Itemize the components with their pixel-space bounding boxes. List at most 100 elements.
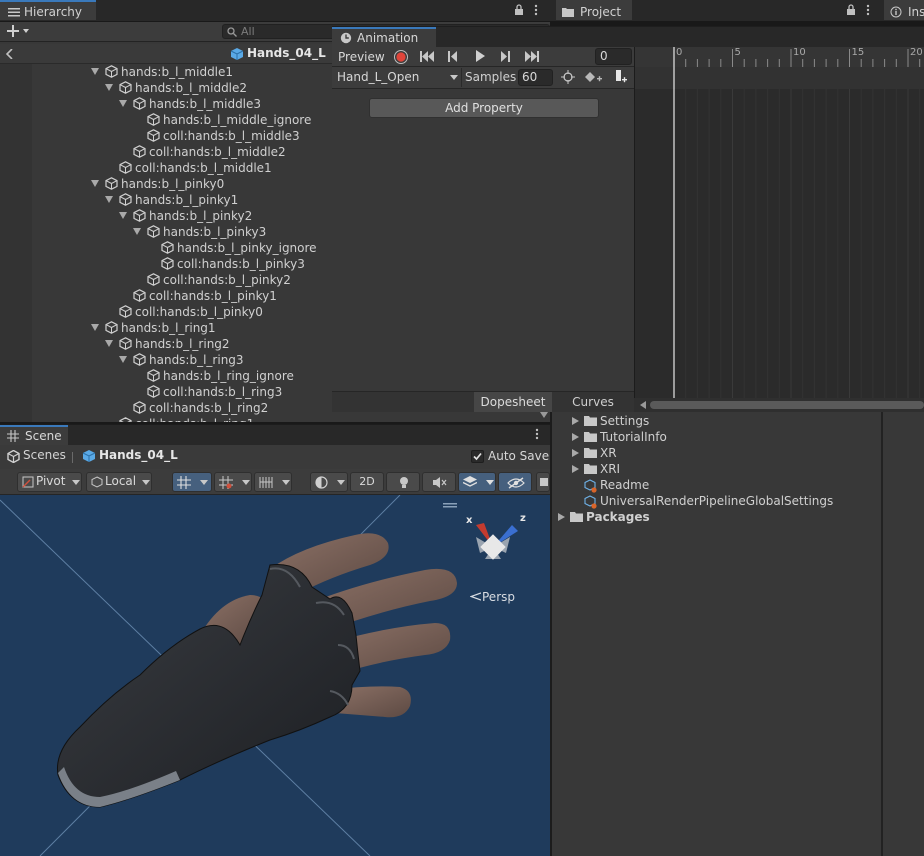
project-folder-row[interactable]: XR: [552, 445, 881, 461]
add-property-button[interactable]: Add Property: [369, 98, 599, 118]
scene-viewport[interactable]: x z Persp: [0, 495, 550, 856]
visibility-toggle[interactable]: [498, 472, 532, 492]
back-chevron-icon[interactable]: [6, 49, 14, 59]
project-asset-row[interactable]: Readme: [552, 477, 881, 493]
hierarchy-row[interactable]: coll:hands:b_l_ring1: [32, 416, 332, 422]
scroll-down-icon[interactable]: [540, 412, 548, 418]
expand-arrow-icon[interactable]: [105, 340, 113, 347]
tab-inspector[interactable]: Ins: [884, 0, 924, 20]
dopesheet-tab[interactable]: Dopesheet: [474, 392, 552, 412]
collapsed-arrow-icon[interactable]: [572, 433, 579, 441]
effects-dropdown[interactable]: [458, 472, 496, 492]
add-keyframe-icon[interactable]: [585, 71, 603, 83]
tab-animation[interactable]: Animation: [332, 27, 436, 47]
scene-more-icon[interactable]: [535, 428, 539, 440]
scenes-link[interactable]: Scenes: [23, 448, 66, 462]
scrollbar-thumb[interactable]: [650, 401, 924, 409]
hierarchy-row[interactable]: coll:hands:b_l_pinky0: [32, 304, 332, 320]
auto-save-checkbox[interactable]: [471, 450, 484, 463]
record-button[interactable]: [393, 49, 409, 65]
collapsed-arrow-icon[interactable]: [572, 465, 579, 473]
first-keyframe-icon[interactable]: [420, 51, 434, 62]
local-dropdown[interactable]: Local: [86, 472, 152, 492]
prev-keyframe-icon[interactable]: [448, 51, 458, 62]
expand-arrow-icon[interactable]: [119, 100, 127, 107]
hierarchy-row[interactable]: coll:hands:b_l_ring3: [32, 384, 332, 400]
audio-toggle[interactable]: [422, 472, 456, 492]
pivot-dropdown[interactable]: Pivot: [17, 472, 82, 492]
expand-arrow-icon[interactable]: [105, 84, 113, 91]
hierarchy-row[interactable]: coll:hands:b_l_middle1: [32, 160, 332, 176]
tab-project[interactable]: Project: [556, 0, 632, 20]
timeline-scrollbar[interactable]: [634, 398, 924, 412]
curves-tab[interactable]: Curves: [552, 392, 634, 412]
tab-hierarchy[interactable]: Hierarchy: [0, 0, 96, 20]
gizmos-toggle[interactable]: [536, 472, 550, 492]
expand-arrow-icon[interactable]: [91, 68, 99, 75]
expand-arrow-icon[interactable]: [133, 228, 141, 235]
align-toggle[interactable]: [254, 472, 292, 492]
project-more-icon[interactable]: [866, 4, 870, 16]
expand-arrow-icon[interactable]: [119, 212, 127, 219]
add-event-icon[interactable]: [613, 69, 629, 85]
hierarchy-row[interactable]: hands:b_l_pinky3: [32, 224, 332, 240]
hierarchy-row[interactable]: coll:hands:b_l_middle3: [32, 128, 332, 144]
next-keyframe-icon[interactable]: [500, 51, 510, 62]
hierarchy-row[interactable]: coll:hands:b_l_pinky2: [32, 272, 332, 288]
hierarchy-row[interactable]: hands:b_l_middle3: [32, 96, 332, 112]
draw-mode-dropdown[interactable]: [310, 472, 348, 492]
persp-label[interactable]: Persp: [470, 590, 515, 604]
align-arrow-icon: [282, 480, 290, 485]
project-right-column: [883, 412, 924, 856]
play-icon[interactable]: [475, 50, 485, 62]
project-folder-row[interactable]: XRI: [552, 461, 881, 477]
frame-input[interactable]: 0: [595, 48, 632, 65]
scroll-left-icon[interactable]: [640, 401, 646, 409]
hierarchy-row[interactable]: hands:b_l_pinky0: [32, 176, 332, 192]
project-folder-row[interactable]: TutorialInfo: [552, 429, 881, 445]
gizmo-square-icon: [540, 478, 548, 486]
collapsed-arrow-icon[interactable]: [572, 449, 579, 457]
hierarchy-row[interactable]: hands:b_l_middle_ignore: [32, 112, 332, 128]
samples-input[interactable]: 60: [518, 69, 553, 86]
add-plus-icon[interactable]: [7, 24, 31, 38]
hierarchy-row[interactable]: coll:hands:b_l_pinky3: [32, 256, 332, 272]
hierarchy-row[interactable]: hands:b_l_middle1: [32, 64, 332, 80]
project-asset-row[interactable]: UniversalRenderPipelineGlobalSettings: [552, 493, 881, 509]
tab-scene[interactable]: Scene: [0, 425, 68, 445]
project-folder-row[interactable]: Settings: [552, 413, 881, 429]
gameobject-icon: [147, 273, 160, 286]
hierarchy-row[interactable]: hands:b_l_pinky2: [32, 208, 332, 224]
grid-snap-toggle[interactable]: [172, 472, 212, 492]
project-folder-row[interactable]: Packages: [552, 509, 881, 525]
hierarchy-row[interactable]: coll:hands:b_l_pinky1: [32, 288, 332, 304]
hierarchy-row[interactable]: coll:hands:b_l_middle2: [32, 144, 332, 160]
expand-arrow-icon[interactable]: [105, 196, 113, 203]
lighting-toggle[interactable]: [386, 472, 420, 492]
hierarchy-row[interactable]: hands:b_l_ring_ignore: [32, 368, 332, 384]
project-lock-icon[interactable]: [846, 4, 856, 16]
more-menu-icon[interactable]: [534, 4, 538, 16]
expand-arrow-icon[interactable]: [91, 324, 99, 331]
expand-arrow-icon[interactable]: [91, 180, 99, 187]
scene-tabbar: [0, 424, 550, 445]
dropdown-arrow-icon: [450, 75, 458, 80]
hierarchy-row[interactable]: hands:b_l_pinky1: [32, 192, 332, 208]
hierarchy-row[interactable]: hands:b_l_middle2: [32, 80, 332, 96]
last-keyframe-icon[interactable]: [525, 51, 539, 62]
lock-icon[interactable]: [514, 4, 524, 16]
collapsed-arrow-icon[interactable]: [558, 513, 565, 521]
timeline-area[interactable]: [634, 47, 924, 400]
expand-arrow-icon[interactable]: [119, 356, 127, 363]
increment-snap-toggle[interactable]: [214, 472, 252, 492]
hierarchy-row[interactable]: hands:b_l_pinky_ignore: [32, 240, 332, 256]
hierarchy-row[interactable]: hands:b_l_ring1: [32, 320, 332, 336]
preview-button[interactable]: Preview: [334, 48, 388, 66]
hierarchy-row[interactable]: hands:b_l_ring3: [32, 352, 332, 368]
hierarchy-row[interactable]: coll:hands:b_l_ring2: [32, 400, 332, 416]
keyframe-crosshair-icon[interactable]: [561, 70, 575, 84]
hierarchy-row[interactable]: hands:b_l_ring2: [32, 336, 332, 352]
toggle-2d-button[interactable]: 2D: [350, 472, 384, 492]
collapsed-arrow-icon[interactable]: [572, 417, 579, 425]
clip-dropdown[interactable]: Hand_L_Open: [334, 68, 460, 87]
